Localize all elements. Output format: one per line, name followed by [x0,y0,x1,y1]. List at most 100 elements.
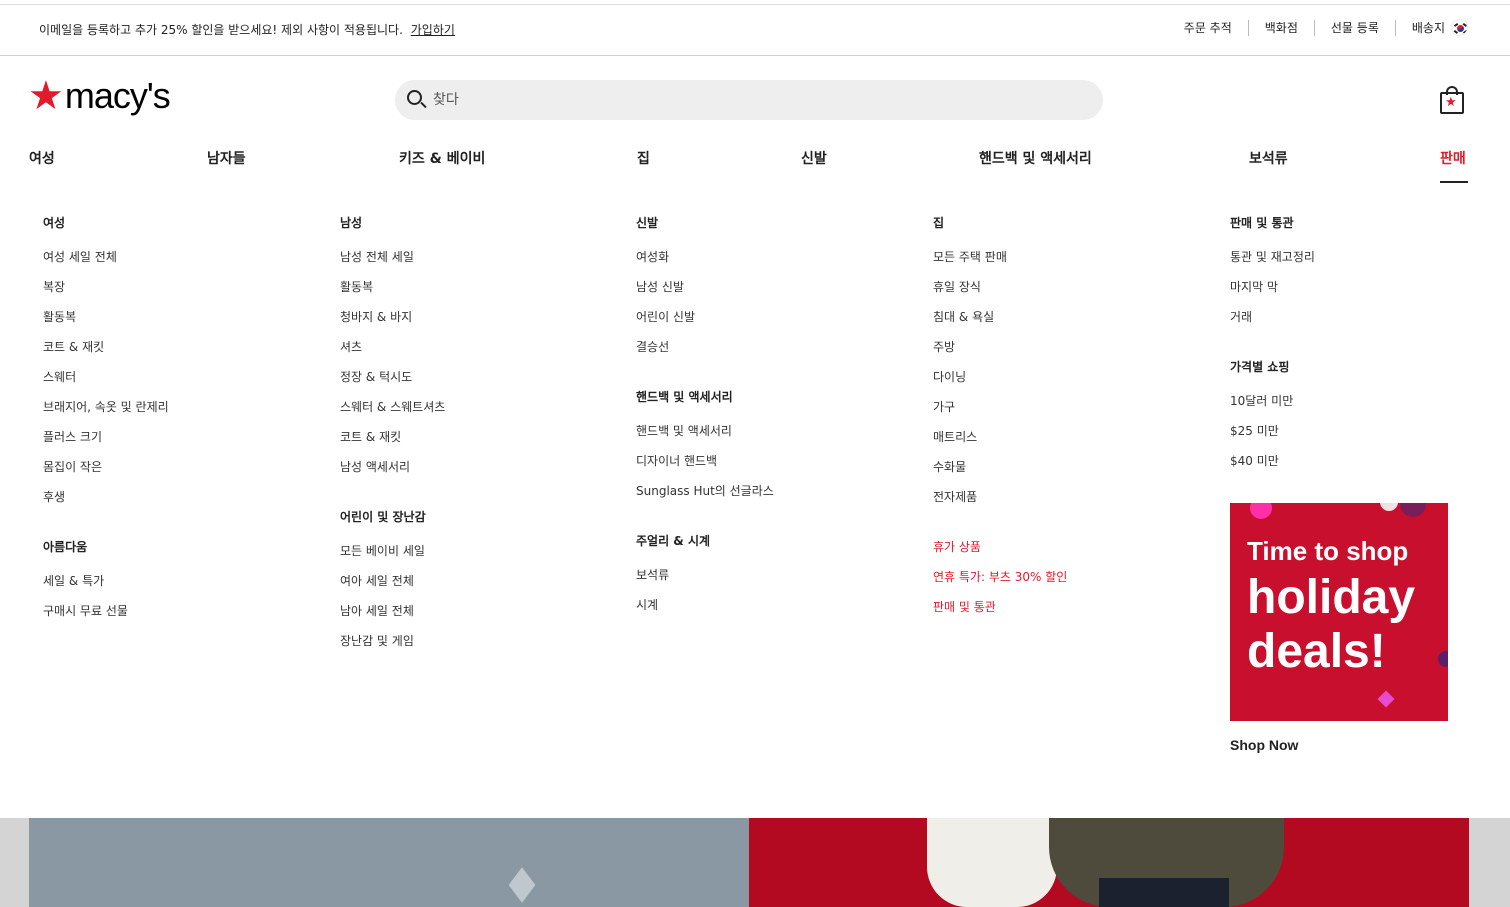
menu-column-women: 여성 여성 세일 전체 복장 활동복 코트 & 재킷 스웨터 브래지어, 속옷 … [43,214,323,632]
menu-link[interactable]: 모든 주택 판매 [933,248,1213,278]
gift-registry-link[interactable]: 선물 등록 [1315,19,1396,36]
menu-link[interactable]: 플러스 크기 [43,428,323,458]
logo-wordmark: macy's [64,75,171,116]
menu-heading[interactable]: 신발 [636,214,916,232]
hero-banner-strip [0,818,1510,907]
menu-link[interactable]: 어린이 신발 [636,308,916,338]
menu-link[interactable]: 매트리스 [933,428,1213,458]
menu-link[interactable]: 청바지 & 바지 [340,308,620,338]
menu-link[interactable]: 결승선 [636,338,916,368]
menu-link[interactable]: 보석류 [636,566,916,596]
menu-link[interactable]: 남성 액세서리 [340,458,620,488]
nav-jewelry[interactable]: 보석류 [1249,148,1288,168]
menu-link[interactable]: 마지막 막 [1230,278,1510,308]
menu-link[interactable]: 구매시 무료 선물 [43,602,323,632]
shopping-bag-icon[interactable]: ★ [1440,86,1466,114]
menu-heading[interactable]: 남성 [340,214,620,232]
menu-link[interactable]: $25 미만 [1230,422,1510,452]
nav-handbags-accessories[interactable]: 핸드백 및 액세서리 [979,148,1092,168]
menu-heading[interactable]: 집 [933,214,1213,232]
holiday-deals-promo-image[interactable]: Time to shop holiday deals! [1230,503,1448,721]
menu-link[interactable]: 거래 [1230,308,1510,338]
menu-link[interactable]: 스웨터 & 스웨트셔츠 [340,398,620,428]
search-input[interactable] [433,92,1073,108]
menu-link[interactable]: 세일 & 특가 [43,572,323,602]
search-bar[interactable] [395,80,1103,120]
menu-link[interactable]: 여아 세일 전체 [340,572,620,602]
menu-column-home: 집 모든 주택 판매 휴일 장식 침대 & 욕실 주방 다이닝 가구 매트리스 … [933,214,1213,628]
menu-link[interactable]: $40 미만 [1230,452,1510,482]
search-icon[interactable] [407,90,427,110]
menu-link[interactable]: 여성화 [636,248,916,278]
menu-link[interactable]: 모든 베이비 세일 [340,542,620,572]
menu-link[interactable]: 10달러 미만 [1230,392,1510,422]
menu-link[interactable]: 장난감 및 게임 [340,632,620,662]
menu-link[interactable]: 남성 신발 [636,278,916,308]
menu-link[interactable]: 몸집이 작은 [43,458,323,488]
menu-link[interactable]: 디자이너 핸드백 [636,452,916,482]
menu-link[interactable]: 남성 전체 세일 [340,248,620,278]
menu-link[interactable]: 핸드백 및 액세서리 [636,422,916,452]
menu-link-promo[interactable]: 휴가 상품 [933,538,1213,568]
menu-link-promo[interactable]: 연휴 특가: 부츠 30% 할인 [933,568,1213,598]
menu-link[interactable]: 코트 & 재킷 [340,428,620,458]
menu-link[interactable]: 시계 [636,596,916,626]
utility-links: 주문 추적 백화점 선물 등록 배송지 [1168,19,1468,36]
nav-women[interactable]: 여성 [29,148,55,168]
menu-link[interactable]: 활동복 [43,308,323,338]
menu-link[interactable]: 통관 및 재고정리 [1230,248,1510,278]
hero-right-panel[interactable] [749,818,1469,907]
menu-heading[interactable]: 주얼리 & 시계 [636,532,916,550]
menu-link[interactable]: 브래지어, 속옷 및 란제리 [43,398,323,428]
menu-link-promo[interactable]: 판매 및 통관 [933,598,1213,628]
nav-shoes[interactable]: 신발 [801,148,827,168]
menu-link[interactable]: 수화물 [933,458,1213,488]
menu-link[interactable]: 침대 & 욕실 [933,308,1213,338]
macys-logo[interactable]: ★ macy's [28,73,171,119]
star-icon: ★ [28,73,64,119]
menu-heading[interactable]: 판매 및 통관 [1230,214,1510,232]
stores-link[interactable]: 백화점 [1249,19,1315,36]
menu-link[interactable]: 후생 [43,488,323,518]
menu-link[interactable]: 복장 [43,278,323,308]
menu-link[interactable]: 남아 세일 전체 [340,602,620,632]
promo-line-deals: deals! [1247,625,1386,678]
ornament-icon [508,867,536,903]
nav-sale[interactable]: 판매 [1440,148,1466,168]
decor-diamond [1377,690,1395,708]
menu-heading[interactable]: 여성 [43,214,323,232]
nav-men[interactable]: 남자들 [207,148,246,168]
decor-dot [1400,503,1426,517]
menu-link[interactable]: 휴일 장식 [933,278,1213,308]
menu-link[interactable]: 셔츠 [340,338,620,368]
promo-text: 이메일을 등록하고 추가 25% 할인을 받으세요! 제외 사항이 적용됩니다. [39,23,403,37]
model-image [1049,818,1284,907]
menu-link[interactable]: 코트 & 재킷 [43,338,323,368]
menu-link[interactable]: 정장 & 턱시도 [340,368,620,398]
ship-to-selector[interactable]: 배송지 [1396,19,1468,36]
menu-column-sale: 판매 및 통관 통관 및 재고정리 마지막 막 거래 가격별 쇼핑 10달러 미… [1230,214,1510,482]
menu-heading[interactable]: 가격별 쇼핑 [1230,358,1510,376]
korea-flag-icon [1451,19,1468,36]
menu-link[interactable]: Sunglass Hut의 선글라스 [636,482,916,512]
menu-link[interactable]: 다이닝 [933,368,1213,398]
menu-link[interactable]: 전자제품 [933,488,1213,518]
order-tracking-link[interactable]: 주문 추적 [1168,19,1249,36]
menu-link[interactable]: 가구 [933,398,1213,428]
hero-left-panel[interactable] [29,818,749,907]
menu-link[interactable]: 주방 [933,338,1213,368]
menu-link[interactable]: 스웨터 [43,368,323,398]
menu-heading[interactable]: 아름다움 [43,538,323,556]
menu-heading[interactable]: 핸드백 및 액세서리 [636,388,916,406]
menu-link[interactable]: 활동복 [340,278,620,308]
nav-kids-baby[interactable]: 키즈 & 베이비 [399,148,485,168]
promo-headline: Time to shop [1247,536,1409,566]
menu-link[interactable]: 여성 세일 전체 [43,248,323,278]
menu-heading[interactable]: 어린이 및 장난감 [340,508,620,526]
main-navigation: 여성 남자들 키즈 & 베이비 집 신발 핸드백 및 액세서리 보석류 판매 [0,148,1510,184]
shop-now-link[interactable]: Shop Now [1230,737,1298,753]
model-image [927,818,1057,907]
promo-headline-large: holiday deals! [1247,571,1415,679]
nav-home[interactable]: 집 [637,148,650,168]
signup-link[interactable]: 가입하기 [411,23,455,37]
